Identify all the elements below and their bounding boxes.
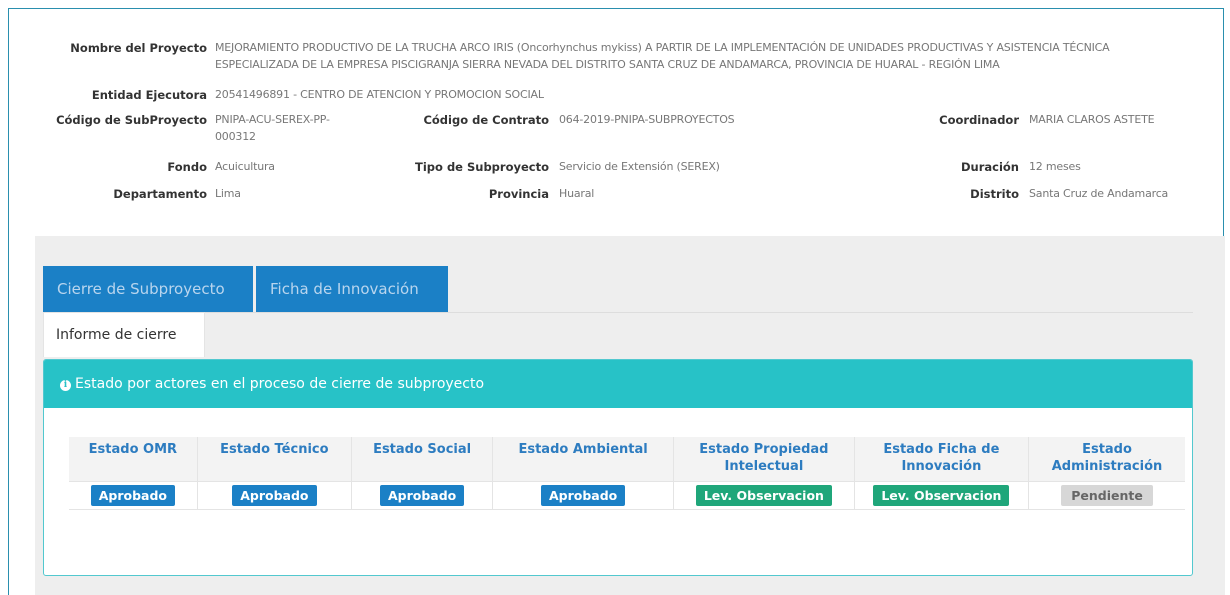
district-value: Santa Cruz de Andamarca <box>1029 187 1169 200</box>
status-box-title: Estado por actores en el proceso de cier… <box>75 376 485 392</box>
status-header-row: Estado OMR Estado Técnico Estado Social … <box>69 437 1185 481</box>
contract-code-value: 064-2019-PNIPA-SUBPROYECTOS <box>559 113 735 126</box>
status-badge-tecnico: Aprobado <box>232 484 317 506</box>
tab-divider <box>43 312 1193 313</box>
entity-value: 20541496891 - CENTRO DE ATENCION Y PROMO… <box>215 88 544 101</box>
province-value: Huaral <box>559 187 595 200</box>
tab-ficha-innovacion[interactable]: Ficha de Innovación <box>256 266 448 312</box>
header-estado-tecnico: Estado Técnico <box>197 437 353 481</box>
subtab-informe-cierre[interactable]: Informe de cierre <box>43 312 205 357</box>
tab-cierre-subproyecto[interactable]: Cierre de Subproyecto <box>43 266 253 312</box>
project-name-line2: ESPECIALIZADA DE LA EMPRESA PISCIGRANJA … <box>215 58 1000 71</box>
header-estado-ambiental: Estado Ambiental <box>492 437 675 481</box>
subproject-type-value: Servicio de Extensión (SEREX) <box>559 160 720 173</box>
coordinator-value: MARIA CLAROS ASTETE <box>1029 113 1155 126</box>
status-box: i Estado por actores en el proceso de cie… <box>43 359 1193 576</box>
contract-code-label: Código de Contrato <box>423 113 549 127</box>
status-badge-propiedad: Lev. Observacion <box>695 484 832 506</box>
department-label: Departamento <box>113 187 207 201</box>
status-badge-ambiental: Aprobado <box>540 484 626 506</box>
status-value-row: Aprobado Aprobado Aprobado Aprobado Lev.… <box>69 480 1185 510</box>
fund-value: Acuicultura <box>215 160 275 173</box>
province-label: Provincia <box>488 187 549 201</box>
department-value: Lima <box>215 187 241 200</box>
status-box-header: i Estado por actores en el proceso de cie… <box>44 360 1192 408</box>
fund-label: Fondo <box>167 160 207 174</box>
subproject-code-label: Código de SubProyecto <box>56 113 207 127</box>
status-badge-social: Aprobado <box>379 484 465 506</box>
page-frame: Nombre del Proyecto MEJORAMIENTO PRODUCT… <box>8 8 1225 595</box>
status-badge-administracion: Pendiente <box>1061 484 1153 506</box>
info-icon: i <box>60 380 71 391</box>
subproject-code-line1: PNIPA-ACU-SEREX-PP- <box>215 113 330 126</box>
status-table: Estado OMR Estado Técnico Estado Social … <box>69 437 1185 510</box>
header-estado-ficha: Estado Ficha de Innovación <box>854 437 1030 481</box>
status-badge-omr: Aprobado <box>90 484 175 506</box>
header-estado-administracion: Estado Administración <box>1028 437 1185 481</box>
project-name-label: Nombre del Proyecto <box>70 41 207 55</box>
duration-label: Duración <box>960 160 1019 174</box>
project-name-line1: MEJORAMIENTO PRODUCTIVO DE LA TRUCHA ARC… <box>215 41 1110 54</box>
district-label: Distrito <box>970 187 1019 201</box>
header-estado-propiedad: Estado Propiedad Intelectual <box>673 437 855 481</box>
header-estado-social: Estado Social <box>351 437 494 481</box>
coordinator-label: Coordinador <box>939 113 1019 127</box>
subproject-code-line2: 000312 <box>215 130 256 143</box>
subproject-type-label: Tipo de Subproyecto <box>415 160 549 174</box>
closure-panel: Cierre de Subproyecto Ficha de Innovació… <box>35 236 1225 595</box>
status-badge-ficha: Lev. Observacion <box>873 484 1010 506</box>
entity-label: Entidad Ejecutora <box>91 88 207 102</box>
duration-value: 12 meses <box>1029 160 1081 173</box>
header-estado-omr: Estado OMR <box>69 437 198 481</box>
